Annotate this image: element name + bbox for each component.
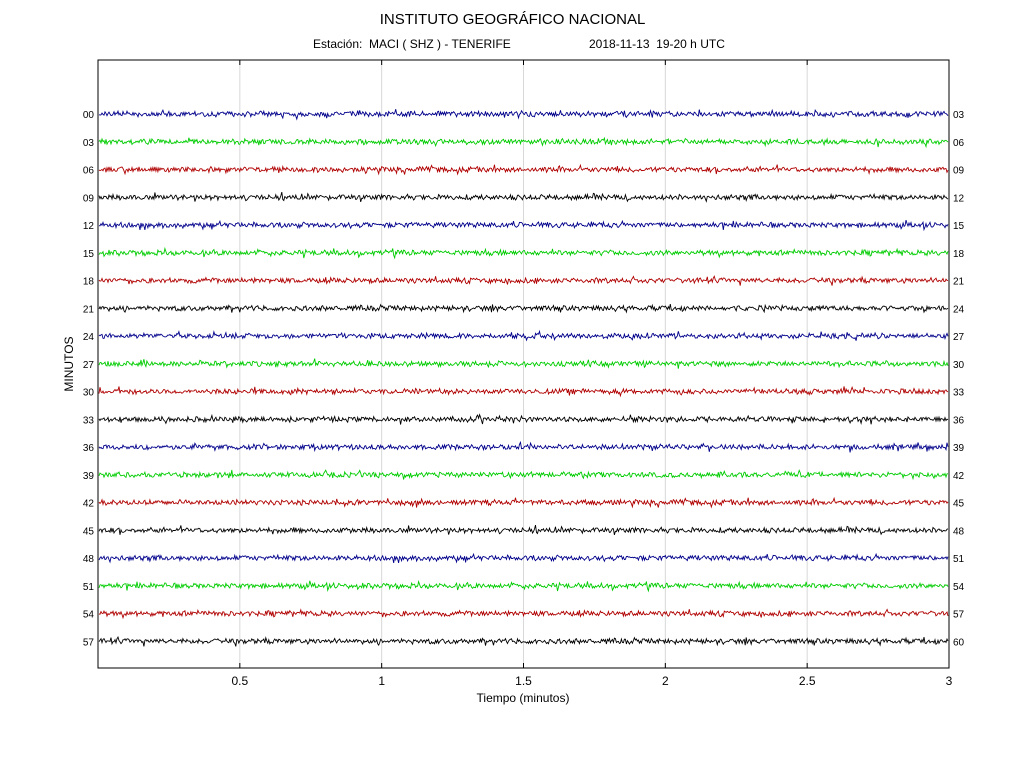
x-tick-label: 1.5 [515, 674, 532, 688]
right-minute-label: 60 [953, 637, 965, 648]
right-minute-label: 51 [953, 554, 965, 565]
left-minute-label: 12 [83, 221, 95, 232]
left-minute-label: 06 [83, 166, 95, 177]
left-minute-label: 36 [83, 443, 95, 454]
left-minute-label: 18 [83, 277, 95, 288]
left-minute-label: 54 [83, 610, 95, 621]
left-minute-label: 09 [83, 193, 95, 204]
right-minute-label: 21 [953, 277, 965, 288]
right-minute-label: 48 [953, 526, 965, 537]
left-minute-label: 03 [83, 138, 95, 149]
left-minute-label: 42 [83, 499, 95, 510]
left-minute-label: 57 [83, 637, 95, 648]
left-minute-label: 21 [83, 304, 95, 315]
seismogram-chart: 0.5 1 1.5 2 2.5 3 00 03 03 06 06 09 09 12 12 15 15 18 18 2… [62, 59, 965, 705]
right-minute-label: 45 [953, 499, 965, 510]
right-minute-label: 06 [953, 138, 965, 149]
right-minute-label: 03 [953, 110, 965, 121]
right-minute-label: 30 [953, 360, 965, 371]
right-minute-label: 12 [953, 193, 965, 204]
x-tick-label: 1 [378, 674, 385, 688]
x-tick-label: 2.5 [799, 674, 816, 688]
left-minute-label: 45 [83, 526, 95, 537]
left-minute-label: 00 [83, 110, 95, 121]
right-minute-label: 54 [953, 582, 965, 593]
left-minute-label: 15 [83, 249, 95, 260]
right-minute-label: 24 [953, 304, 965, 315]
right-minute-label: 57 [953, 610, 965, 621]
left-minute-label: 48 [83, 554, 95, 565]
x-ticks: 0.5 1 1.5 2 2.5 3 [231, 60, 953, 688]
x-axis-label: Tiempo (minutos) [477, 691, 570, 705]
right-minute-label: 27 [953, 332, 965, 343]
right-minute-label: 42 [953, 471, 965, 482]
x-tick-label: 2 [662, 674, 669, 688]
right-minute-label: 09 [953, 166, 965, 177]
right-minute-label: 15 [953, 221, 965, 232]
right-minute-label: 36 [953, 415, 965, 426]
left-minute-label: 33 [83, 415, 95, 426]
right-minute-label: 39 [953, 443, 965, 454]
left-minute-label: 51 [83, 582, 95, 593]
left-minute-label: 27 [83, 360, 95, 371]
y-axis-label: MINUTOS [62, 336, 76, 391]
x-tick-label: 3 [946, 674, 953, 688]
right-minute-label: 33 [953, 388, 965, 399]
x-tick-label: 0.5 [231, 674, 248, 688]
left-minute-label: 24 [83, 332, 95, 343]
left-minute-label: 30 [83, 388, 95, 399]
left-minute-label: 39 [83, 471, 95, 482]
right-minute-label: 18 [953, 249, 965, 260]
